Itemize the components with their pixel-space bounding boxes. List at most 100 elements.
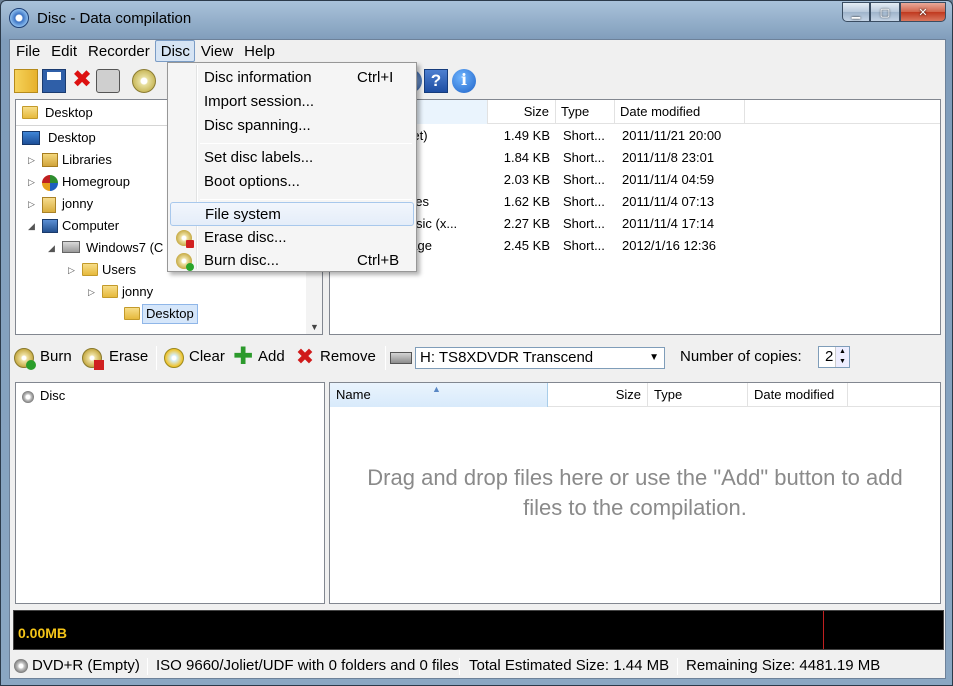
new-compilation-icon[interactable]	[14, 69, 38, 93]
file-date: 2011/11/21 20:00	[622, 128, 722, 143]
burn-disc-icon	[176, 253, 194, 271]
status-divider	[147, 658, 148, 675]
expand-arrow-icon[interactable]: ▷	[28, 171, 35, 193]
menu-separator	[200, 199, 412, 200]
recorder-drive-icon	[390, 352, 412, 364]
tree-label: Desktop	[48, 130, 96, 145]
file-type: Short...	[563, 172, 605, 187]
column-name[interactable]: ▲ Name	[330, 383, 548, 407]
save-icon[interactable]	[42, 69, 66, 93]
chevron-down-icon[interactable]: ▼	[649, 348, 659, 368]
menu-file[interactable]: File	[10, 40, 45, 62]
minimize-button[interactable]: ▁	[842, 2, 870, 22]
menu-item-label: Burn disc...	[204, 252, 280, 269]
spin-buttons[interactable]: ▲ ▼	[835, 347, 849, 367]
spin-up-icon[interactable]: ▲	[836, 347, 849, 357]
menu-recorder[interactable]: Recorder	[82, 40, 155, 62]
collapse-arrow-icon[interactable]: ◢	[28, 215, 35, 237]
menu-item-erase-disc[interactable]: Erase disc...	[170, 226, 414, 250]
title-bar[interactable]: Disc - Data compilation ▁ ▢ ✕	[1, 1, 952, 37]
menu-bar: File Edit Recorder Disc View Help	[10, 40, 945, 62]
file-row[interactable]: hink 2.03 KB Short... 2011/11/4 04:59	[330, 169, 940, 191]
recorder-select[interactable]: H: TS8XDVDR Transcend ▼	[415, 347, 665, 369]
compilation-list[interactable]: ▲ Name Size Type Date modified Drag and …	[329, 382, 941, 604]
menu-item-file-system[interactable]: File system	[170, 202, 414, 226]
tree-label: Computer	[62, 218, 120, 233]
menu-edit[interactable]: Edit	[45, 40, 82, 62]
column-size[interactable]: Size	[548, 383, 648, 407]
file-type: Short...	[563, 128, 605, 143]
scroll-down-icon[interactable]: ▼	[310, 322, 319, 332]
expand-arrow-icon[interactable]: ▷	[28, 193, 35, 215]
status-filesystem: ISO 9660/Joliet/UDF with 0 folders and 0…	[156, 657, 459, 674]
menu-item-label: Import session...	[204, 93, 315, 110]
close-button[interactable]: ✕	[900, 2, 946, 22]
drive-icon	[62, 241, 80, 253]
file-size: 2.03 KB	[503, 172, 550, 187]
menu-disc[interactable]: Disc	[154, 40, 195, 62]
add-icon: ✚	[233, 343, 254, 370]
used-size: 0.00MB	[18, 625, 68, 641]
file-row[interactable]: pdates 1.62 KB Short... 2011/11/4 07:13	[330, 191, 940, 213]
copies-value: 2	[825, 348, 834, 365]
tree-label: jonny	[122, 284, 154, 299]
file-row[interactable]: Classic (x... 2.27 KB Short... 2011/11/4…	[330, 213, 940, 235]
status-remaining-size: Remaining Size: 4481.19 MB	[686, 657, 881, 674]
menu-item-import-session[interactable]: Import session...	[170, 90, 414, 114]
file-date: 2011/11/4 04:59	[622, 172, 715, 187]
column-type[interactable]: Type	[648, 383, 748, 407]
about-icon[interactable]: i	[452, 69, 476, 93]
app-disc-icon	[9, 8, 29, 28]
drop-hint: Drag and drop files here or use the "Add…	[367, 465, 903, 520]
libraries-icon	[42, 153, 58, 167]
erase-disc-icon[interactable]	[132, 69, 156, 93]
maximize-icon: ▢	[879, 6, 891, 19]
menu-item-label: Boot options...	[204, 173, 300, 190]
collapse-arrow-icon[interactable]: ◢	[48, 237, 55, 259]
compilation-tree[interactable]: Disc	[15, 382, 325, 604]
erase-icon	[82, 348, 104, 370]
file-row[interactable]: 1.84 KB Short... 2011/11/8 23:01	[330, 147, 940, 169]
folder-icon	[82, 263, 98, 276]
menu-item-shortcut: Ctrl+B	[357, 252, 400, 269]
column-size[interactable]: Size	[488, 100, 556, 124]
column-date[interactable]: Date modified	[615, 100, 745, 124]
menu-item-boot-options[interactable]: Boot options...	[170, 170, 414, 194]
app-window: Disc - Data compilation ▁ ▢ ✕ File Edit …	[0, 0, 953, 686]
maximize-button[interactable]: ▢	[870, 2, 900, 22]
menu-item-disc-information[interactable]: Disc information Ctrl+I	[170, 66, 414, 90]
print-icon[interactable]	[96, 69, 120, 93]
menu-item-disc-spanning[interactable]: Disc spanning...	[170, 114, 414, 138]
help-icon[interactable]: ?	[424, 69, 448, 93]
file-list[interactable]: Size Type Date modified awliet) 1.49 KB …	[329, 99, 941, 335]
file-row[interactable]: awliet) 1.49 KB Short... 2011/11/21 20:0…	[330, 125, 940, 147]
tree-node-disc[interactable]: Disc	[22, 387, 65, 405]
menu-item-set-disc-labels[interactable]: Set disc labels...	[170, 146, 414, 170]
media-icon	[14, 659, 28, 673]
minimize-icon: ▁	[851, 6, 861, 19]
file-row[interactable]: essage 2.45 KB Short... 2012/1/16 12:36	[330, 235, 940, 257]
file-type: Short...	[563, 216, 605, 231]
copies-stepper[interactable]: 2 ▲ ▼	[818, 346, 850, 368]
file-size: 1.62 KB	[503, 194, 550, 209]
menu-help[interactable]: Help	[238, 40, 280, 62]
expand-arrow-icon[interactable]: ▷	[28, 149, 35, 171]
capacity-limit-marker	[823, 611, 824, 649]
disc-icon	[22, 390, 34, 403]
file-date: 2011/11/4 07:13	[622, 194, 715, 209]
column-type[interactable]: Type	[556, 100, 615, 124]
menu-view[interactable]: View	[195, 40, 238, 62]
delete-icon[interactable]: ✖	[70, 68, 94, 93]
toolbar-separator	[156, 346, 157, 370]
disc-menu-dropdown: Disc information Ctrl+I Import session..…	[167, 62, 417, 272]
tree-label: Desktop	[142, 304, 198, 324]
expand-arrow-icon[interactable]: ▷	[68, 259, 75, 281]
file-size: 1.84 KB	[503, 150, 550, 165]
erase-disc-icon	[176, 230, 194, 248]
computer-icon	[42, 219, 58, 233]
menu-item-burn-disc[interactable]: Burn disc... Ctrl+B	[170, 249, 414, 273]
expand-arrow-icon[interactable]: ▷	[88, 281, 95, 303]
spin-down-icon[interactable]: ▼	[836, 357, 849, 367]
compilation-header: ▲ Name Size Type Date modified	[330, 383, 940, 407]
column-date[interactable]: Date modified	[748, 383, 848, 407]
